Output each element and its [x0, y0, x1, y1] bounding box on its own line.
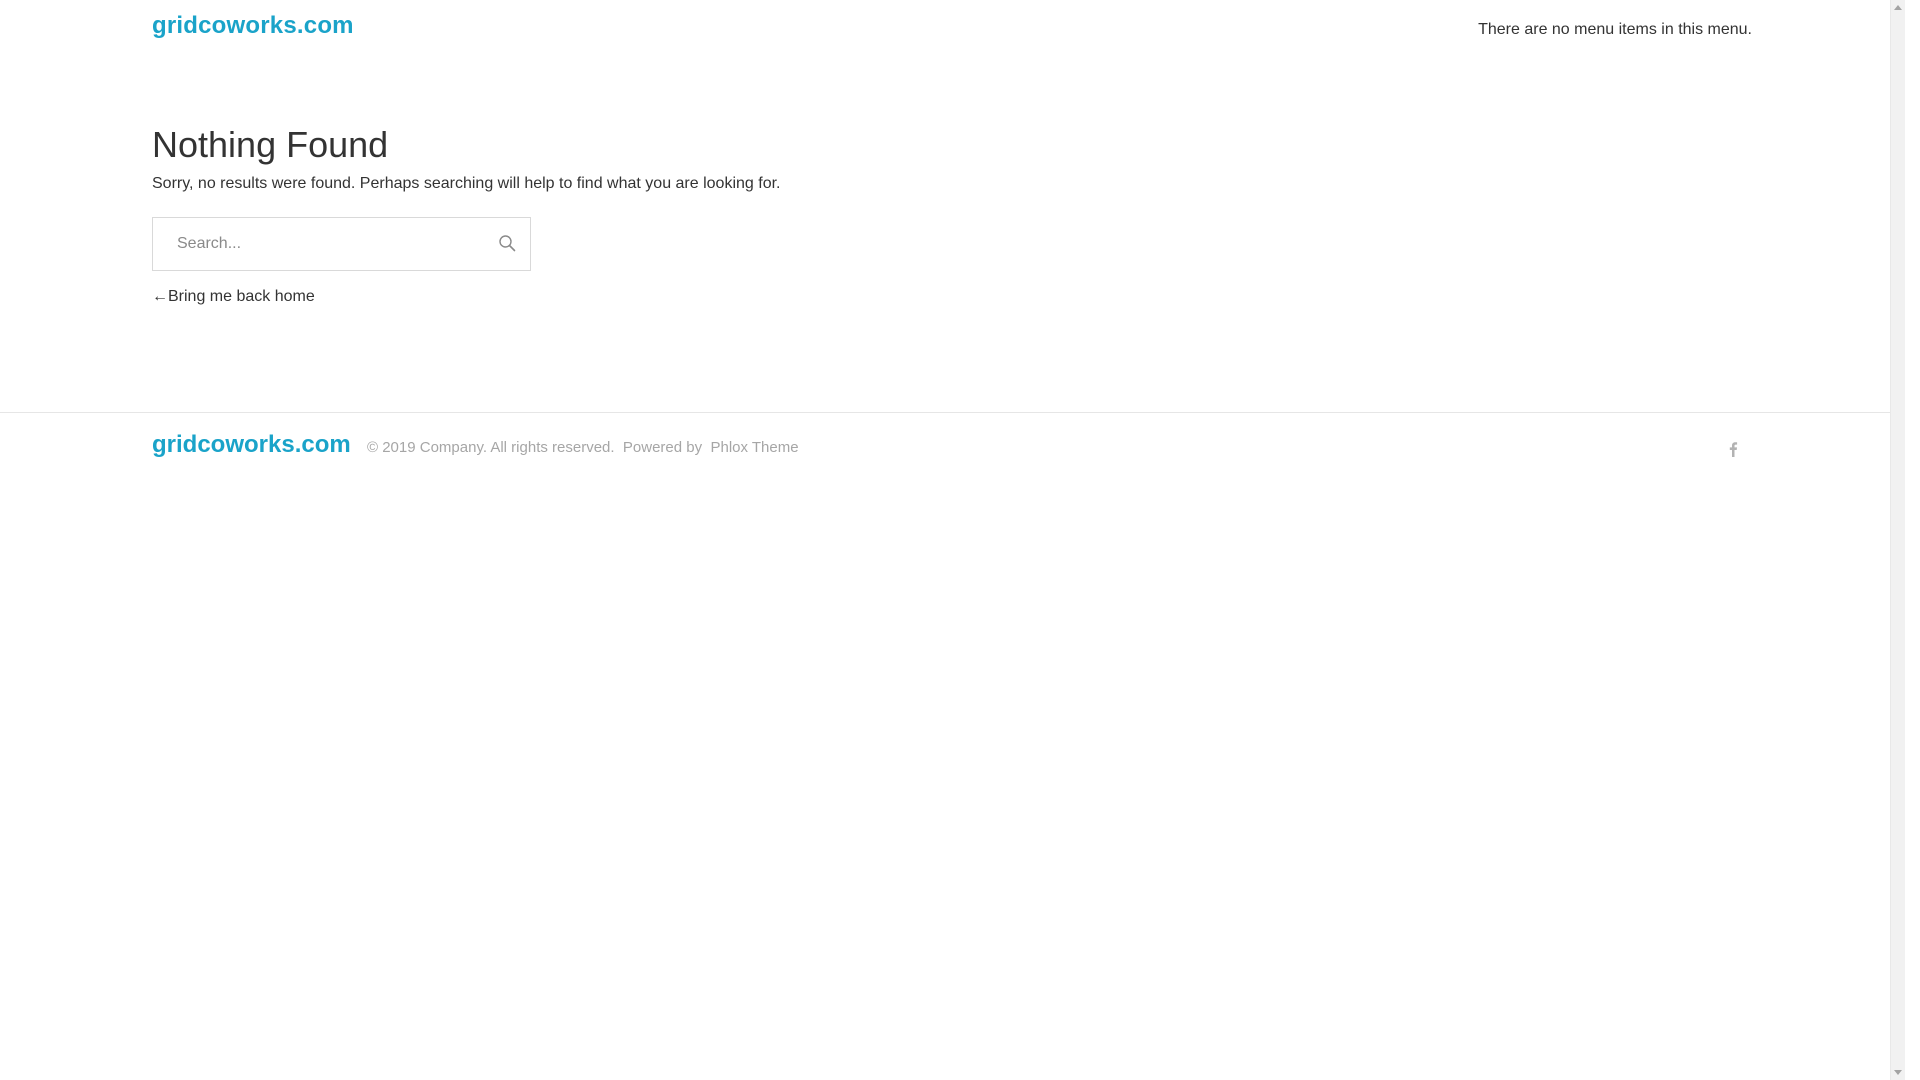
- facebook-icon: [1729, 442, 1738, 457]
- no-results-message: Sorry, no results were found. Perhaps se…: [152, 175, 781, 192]
- page: gridcoworks.com There are no menu items …: [0, 0, 1905, 1080]
- site-logo-link[interactable]: gridcoworks.com: [152, 12, 354, 40]
- copyright-text: © 2019 Company. All rights reserved.: [367, 439, 615, 456]
- site-header: gridcoworks.com There are no menu items …: [0, 0, 1905, 70]
- menu-empty-note: There are no menu items in this menu.: [1478, 21, 1752, 38]
- footer-copyright: © 2019 Company. All rights reserved. Pow…: [367, 439, 799, 456]
- theme-link[interactable]: Phlox Theme: [710, 439, 798, 456]
- search-icon: [499, 234, 516, 251]
- scroll-down-arrow-icon[interactable]: [1894, 1070, 1902, 1075]
- search-button[interactable]: [492, 229, 522, 259]
- facebook-link[interactable]: [1725, 437, 1741, 461]
- powered-by-text: Powered by: [622, 439, 703, 456]
- scroll-up-arrow-icon[interactable]: [1894, 5, 1902, 10]
- page-title: Nothing Found: [152, 124, 389, 165]
- search-form: [152, 217, 531, 271]
- site-footer: gridcoworks.com © 2019 Company. All righ…: [0, 412, 1905, 483]
- back-home-link[interactable]: ←Bring me back home: [152, 288, 315, 306]
- footer-logo-link[interactable]: gridcoworks.com: [152, 431, 351, 459]
- search-input[interactable]: [153, 218, 473, 270]
- page-scrollbar[interactable]: [1890, 0, 1905, 1080]
